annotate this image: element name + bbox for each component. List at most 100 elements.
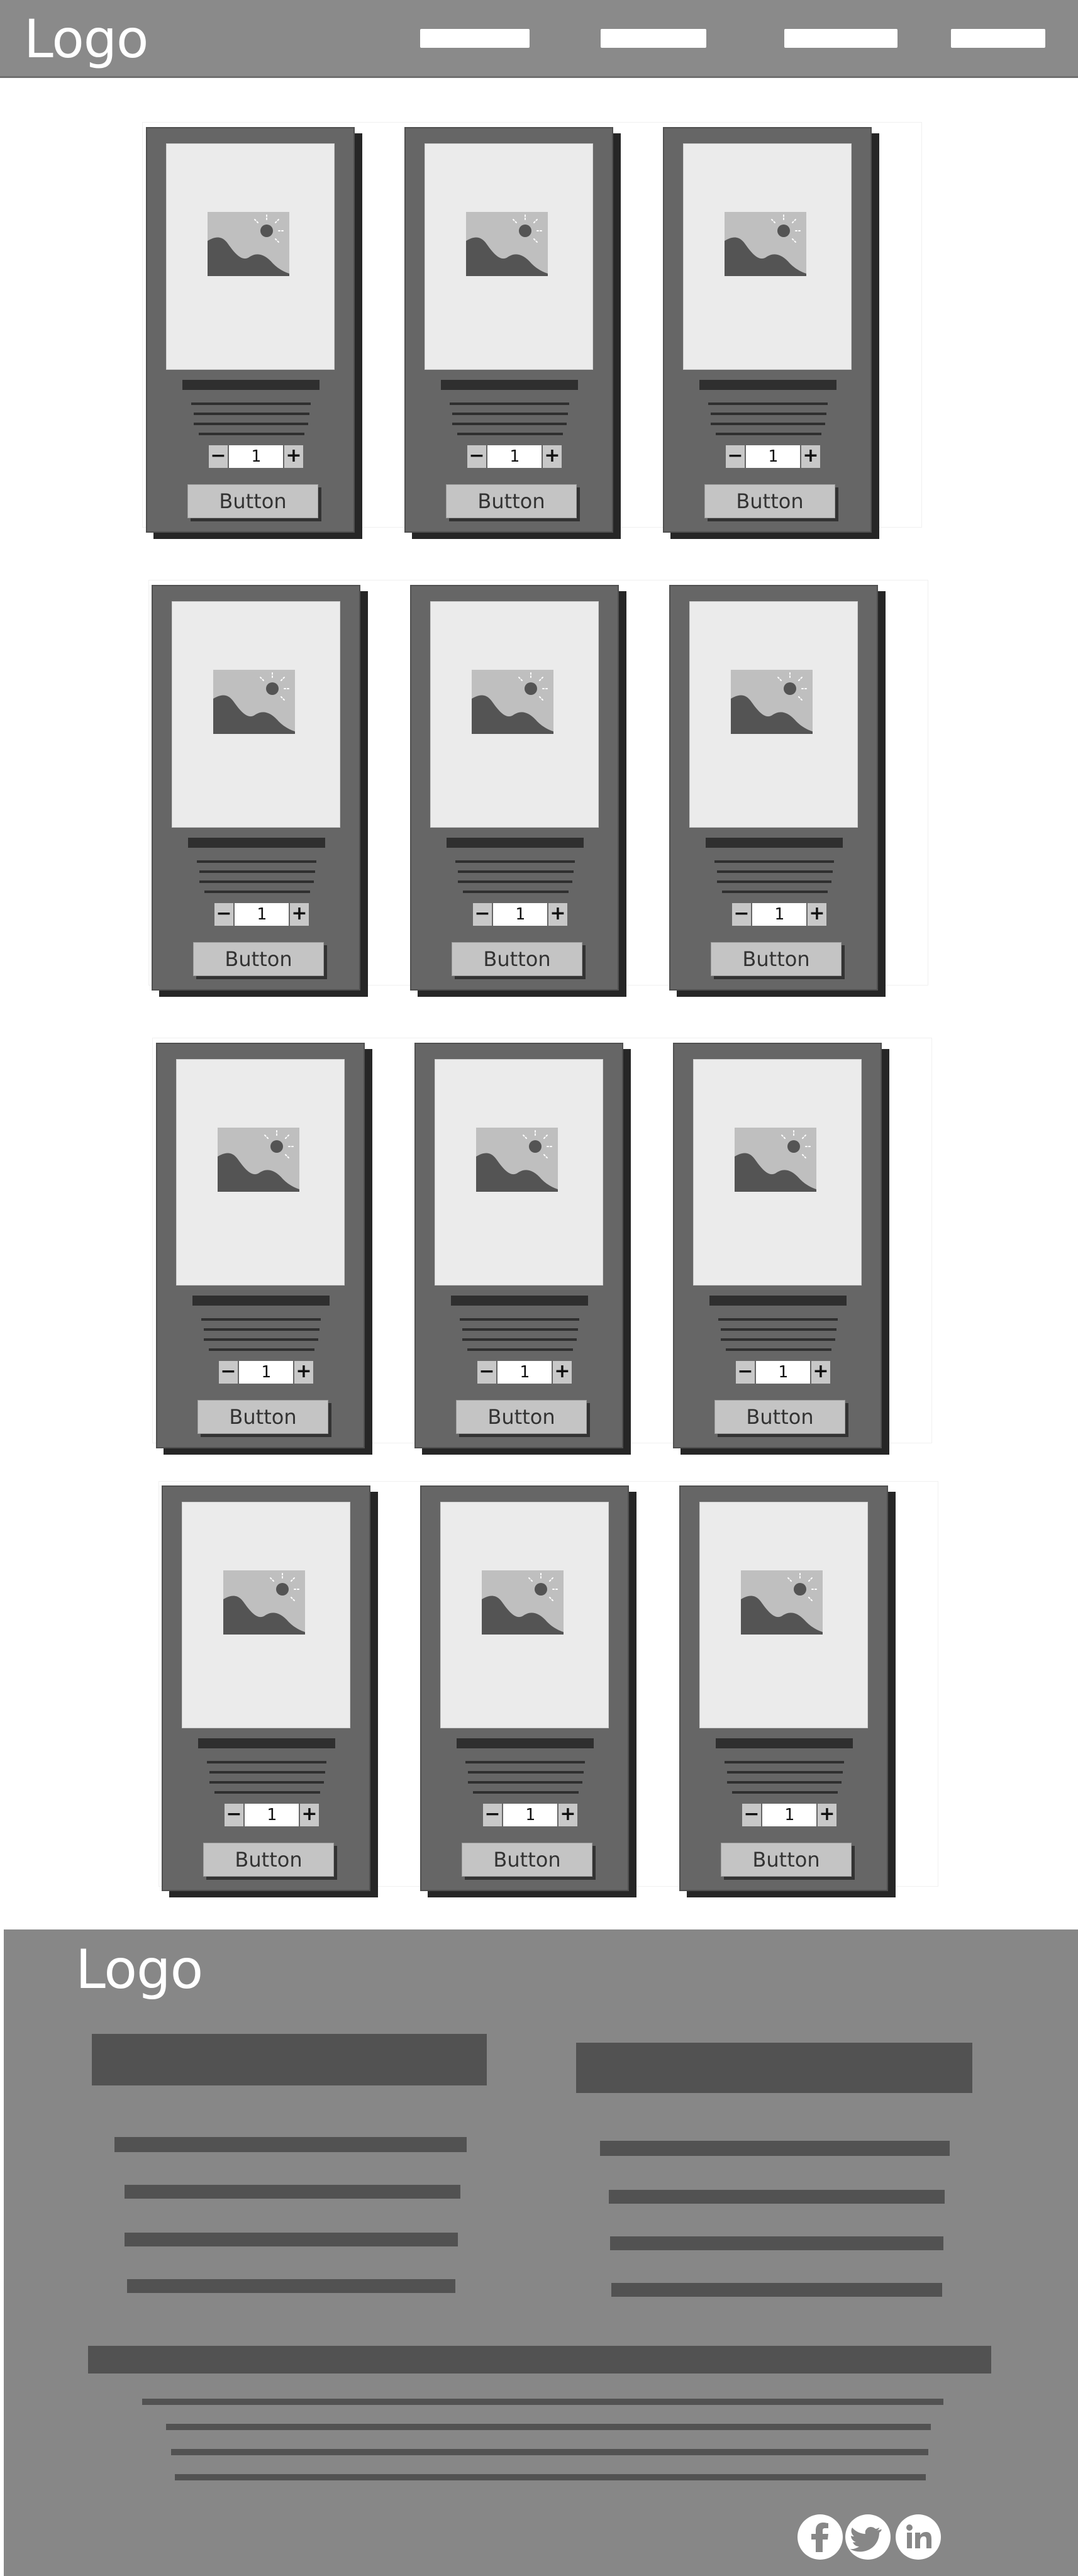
quantity-decrement-button[interactable]: − <box>736 1361 755 1384</box>
product-action-button[interactable]: Button <box>704 484 835 518</box>
quantity-input[interactable]: 1 <box>497 1361 552 1384</box>
quantity-stepper: −1 + <box>214 903 309 926</box>
footer-link[interactable] <box>127 2279 455 2293</box>
product-card: −1 + Button <box>414 1043 623 1448</box>
quantity-increment-button[interactable]: + <box>801 445 820 468</box>
quantity-input[interactable]: 1 <box>487 445 542 468</box>
product-image[interactable] <box>172 601 340 828</box>
quantity-increment-button[interactable]: + <box>543 445 562 468</box>
quantity-increment-button[interactable]: + <box>294 1361 313 1384</box>
quantity-decrement-button[interactable]: − <box>483 1804 502 1826</box>
footer-column-heading-2 <box>576 2043 972 2093</box>
product-image[interactable] <box>699 1502 868 1728</box>
product-image[interactable] <box>182 1502 350 1728</box>
quantity-decrement-button[interactable]: − <box>473 903 492 926</box>
quantity-input[interactable]: 1 <box>762 1804 816 1826</box>
quantity-input[interactable]: 1 <box>245 1804 299 1826</box>
product-image[interactable] <box>440 1502 609 1728</box>
quantity-stepper: −1 + <box>473 903 567 926</box>
quantity-increment-button[interactable]: + <box>811 1361 830 1384</box>
product-action-button[interactable]: Button <box>456 1400 587 1434</box>
quantity-decrement-button[interactable]: − <box>209 445 228 468</box>
quantity-input[interactable]: 1 <box>503 1804 557 1826</box>
footer-link[interactable] <box>125 2185 460 2199</box>
footer-link[interactable] <box>114 2137 467 2152</box>
footer-link[interactable] <box>610 2236 943 2250</box>
footer-text-line <box>175 2474 926 2480</box>
product-image[interactable] <box>435 1059 603 1285</box>
product-description-line <box>727 1771 843 1774</box>
quantity-increment-button[interactable]: + <box>558 1804 577 1826</box>
quantity-increment-button[interactable]: + <box>808 903 826 926</box>
quantity-decrement-button[interactable]: − <box>477 1361 496 1384</box>
product-action-button[interactable]: Button <box>203 1843 334 1877</box>
footer-text-line <box>142 2399 943 2405</box>
quantity-decrement-button[interactable]: − <box>225 1804 243 1826</box>
footer-logo[interactable]: Logo <box>75 1938 203 2001</box>
product-action-button[interactable]: Button <box>193 942 324 976</box>
product-description-line <box>465 1761 585 1763</box>
nav-link-1[interactable] <box>420 29 530 48</box>
quantity-increment-button[interactable]: + <box>553 1361 572 1384</box>
footer-link[interactable] <box>609 2190 945 2204</box>
product-image[interactable] <box>689 601 858 828</box>
product-title-placeholder <box>699 380 836 390</box>
nav-link-3[interactable] <box>784 29 897 48</box>
quantity-decrement-button[interactable]: − <box>219 1361 238 1384</box>
quantity-input[interactable]: 1 <box>756 1361 810 1384</box>
quantity-input[interactable]: 1 <box>493 903 547 926</box>
quantity-decrement-button[interactable]: − <box>732 903 751 926</box>
product-description-line <box>204 891 310 893</box>
product-title-placeholder <box>198 1738 335 1748</box>
product-description-line <box>455 860 575 863</box>
product-action-button[interactable]: Button <box>452 942 582 976</box>
quantity-decrement-button[interactable]: − <box>742 1804 761 1826</box>
product-image[interactable] <box>425 143 593 370</box>
quantity-input[interactable]: 1 <box>239 1361 293 1384</box>
quantity-input[interactable]: 1 <box>746 445 800 468</box>
product-action-button[interactable]: Button <box>197 1400 328 1434</box>
quantity-increment-button[interactable]: + <box>290 903 309 926</box>
product-action-button[interactable]: Button <box>446 484 577 518</box>
product-image[interactable] <box>693 1059 862 1285</box>
product-description-line <box>457 433 563 435</box>
quantity-increment-button[interactable]: + <box>300 1804 319 1826</box>
product-description-line <box>711 423 825 425</box>
quantity-input[interactable]: 1 <box>752 903 806 926</box>
product-action-button[interactable]: Button <box>187 484 318 518</box>
product-action-button[interactable]: Button <box>714 1400 845 1434</box>
quantity-increment-button[interactable]: + <box>284 445 303 468</box>
nav-link-4[interactable] <box>951 29 1045 48</box>
nav-link-2[interactable] <box>601 29 706 48</box>
quantity-input[interactable]: 1 <box>235 903 289 926</box>
product-title-placeholder <box>188 838 325 848</box>
product-description-line <box>721 1338 835 1341</box>
product-image[interactable] <box>166 143 335 370</box>
quantity-decrement-button[interactable]: − <box>214 903 233 926</box>
product-card: −1 + Button <box>669 585 878 991</box>
product-image[interactable] <box>683 143 852 370</box>
product-card: −1 + Button <box>673 1043 882 1448</box>
linkedin-icon[interactable] <box>896 2514 941 2560</box>
product-description-line <box>468 1781 582 1784</box>
product-action-button[interactable]: Button <box>721 1843 852 1877</box>
quantity-increment-button[interactable]: + <box>818 1804 836 1826</box>
footer-link[interactable] <box>600 2141 950 2156</box>
product-image[interactable] <box>430 601 599 828</box>
quantity-decrement-button[interactable]: − <box>467 445 486 468</box>
footer-link[interactable] <box>611 2283 942 2297</box>
product-description-line <box>197 860 316 863</box>
product-image[interactable] <box>176 1059 345 1285</box>
quantity-decrement-button[interactable]: − <box>726 445 745 468</box>
product-description-line <box>191 402 311 405</box>
product-description-line <box>732 1791 838 1794</box>
quantity-increment-button[interactable]: + <box>548 903 567 926</box>
facebook-icon[interactable] <box>797 2514 843 2560</box>
quantity-input[interactable]: 1 <box>229 445 283 468</box>
product-description-line <box>714 860 834 863</box>
header-logo[interactable]: Logo <box>24 9 148 69</box>
product-action-button[interactable]: Button <box>462 1843 592 1877</box>
product-action-button[interactable]: Button <box>711 942 842 976</box>
twitter-icon[interactable] <box>845 2514 891 2560</box>
footer-link[interactable] <box>125 2233 458 2246</box>
